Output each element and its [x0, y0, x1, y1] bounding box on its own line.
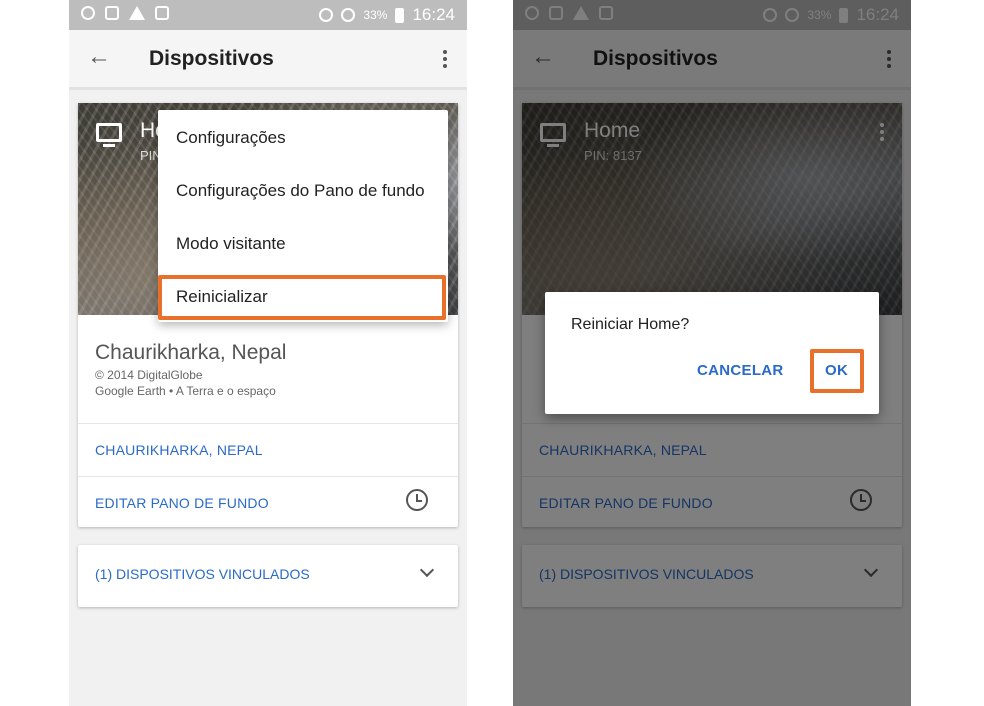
clock: 16:24 [412, 5, 455, 24]
ok-button[interactable]: OK [825, 362, 848, 379]
chevron-down-icon[interactable] [419, 562, 435, 578]
image-source: Google Earth • A Terra e o espaço [95, 384, 276, 398]
right-phone-screen: 33% 16:24 ← Dispositivos Home PIN: 8137 … [513, 0, 911, 706]
menu-item-reboot[interactable]: Reinicializar [176, 287, 268, 307]
history-icon[interactable] [406, 489, 428, 511]
page-title: Dispositivos [149, 47, 274, 70]
linked-devices-card[interactable]: (1) DISPOSITIVOS VINCULADOS [78, 545, 458, 607]
battery-icon [395, 7, 405, 23]
divider [78, 423, 458, 424]
menu-item-background-settings[interactable]: Configurações do Pano de fundo [176, 181, 425, 201]
status-bar: 33% 16:24 [69, 0, 467, 30]
back-arrow-icon[interactable]: ← [87, 45, 111, 69]
overflow-menu: Configurações Configurações do Pano de f… [158, 110, 448, 322]
image-credit: © 2014 DigitalGlobe [95, 368, 203, 382]
menu-item-settings[interactable]: Configurações [176, 128, 286, 148]
gallery-icon [105, 6, 119, 20]
dialog-message: Reiniciar Home? [571, 316, 690, 333]
alarm-clock-icon [319, 8, 334, 22]
reboot-dialog: Reiniciar Home? CANCELAR OK [545, 292, 879, 414]
divider [78, 476, 458, 477]
left-phone-screen: 33% 16:24 ← Dispositivos Home PIN: 8137 … [69, 0, 467, 706]
linked-devices-label: (1) DISPOSITIVOS VINCULADOS [95, 566, 310, 582]
wifi-icon [341, 8, 356, 22]
status-notification-icons [81, 6, 169, 20]
more-vert-icon[interactable] [437, 44, 453, 74]
edit-background-link[interactable]: EDITAR PANO DE FUNDO [95, 495, 269, 511]
place-link[interactable]: CHAURIKHARKA, NEPAL [95, 442, 263, 458]
status-system-icons: 33% 16:24 [319, 5, 455, 25]
tv-icon [96, 123, 122, 147]
cancel-button[interactable]: CANCELAR [697, 362, 784, 379]
app-bar: ← Dispositivos [69, 30, 467, 90]
menu-item-guest-mode[interactable]: Modo visitante [176, 234, 286, 254]
warning-icon [129, 6, 145, 20]
voicemail-icon [155, 6, 169, 20]
place-name: Chaurikharka, Nepal [95, 341, 287, 364]
battery-percent: 33% [363, 8, 388, 22]
alarm-icon [81, 6, 95, 20]
